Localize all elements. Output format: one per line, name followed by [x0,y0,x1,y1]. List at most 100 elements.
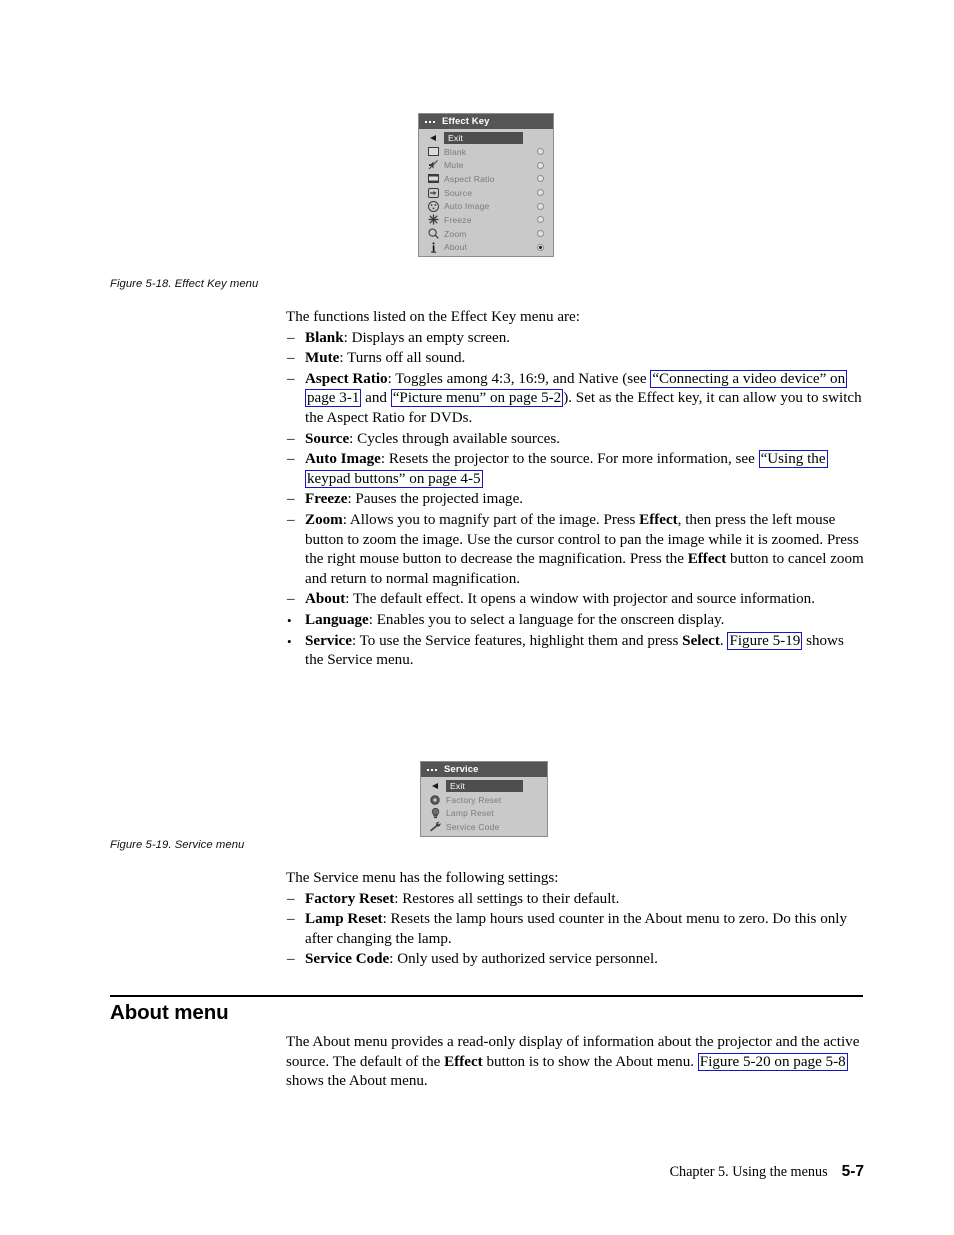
blank-screen-icon [424,146,442,157]
desc-language: : Enables you to select a language for t… [368,611,725,628]
osd-item-label: Lamp Reset [446,808,494,819]
osd-item-label: Exit [446,780,523,792]
list-item-about: – About: The default effect. It opens a … [286,590,864,610]
link-figure-5-20[interactable]: Figure 5-20 on page 5-8 [697,1052,848,1071]
osd-radio-button[interactable] [537,202,544,210]
term-language: Language [305,611,369,628]
factory-reset-icon [426,794,444,805]
osd-item-exit[interactable]: Exit [421,779,547,793]
service-code-wrench-icon [426,821,444,832]
osd-item-mute[interactable]: Mute [419,158,553,172]
osd-item-zoom[interactable]: Zoom [419,227,553,241]
desc-zoom-1: : Allows you to magnify part of the imag… [342,511,640,528]
osd-radio-button[interactable] [537,189,544,197]
dash-marker: – [287,911,295,928]
list-item-lamp-reset: – Lamp Reset: Resets the lamp hours used… [286,910,864,949]
dash-marker: – [287,329,295,346]
dash-marker: – [287,430,295,447]
osd-item-about[interactable]: About [419,241,553,255]
link-figure-5-19[interactable]: Figure 5-19 [727,631,803,650]
osd-item-exit[interactable]: Exit [419,131,553,145]
desc-about: : The default effect. It opens a window … [345,591,815,608]
page-title-about-menu: About menu [110,1001,229,1024]
osd-title-bar: Service [421,762,547,777]
list-item-mute: – Mute: Turns off all sound. [286,349,864,369]
about-text-3: shows the About menu. [286,1073,428,1090]
dash-marker: – [287,511,295,528]
osd-item-label: Source [444,187,473,198]
effect-function-list: – Blank: Displays an empty screen. – Mut… [286,329,864,610]
osd-radio-button[interactable] [537,216,544,224]
osd-item-label: Blank [444,146,467,157]
desc-auto-image-1: : Resets the projector to the source. Fo… [380,451,759,468]
osd-item-auto-image[interactable]: Auto Image [419,199,553,213]
service-osd-menu: Service Exit Factory Reset Lamp Reset Se… [420,761,548,837]
osd-item-blank[interactable]: Blank [419,145,553,159]
service-settings-list: – Factory Reset: Restores all settings t… [286,890,864,970]
term-zoom: Zoom [305,511,343,528]
list-item-service-code: – Service Code: Only used by authorized … [286,950,864,970]
osd-item-label: Zoom [444,228,467,239]
auto-image-icon [424,200,442,212]
bold-effect-1: Effect [639,511,678,528]
about-menu-description-block: The About menu provides a read-only disp… [286,1033,864,1093]
term-auto-image: Auto Image [305,451,381,468]
dash-marker: – [287,591,295,608]
bullet-marker: • [287,612,292,628]
bold-effect: Effect [444,1053,483,1070]
osd-radio-button[interactable] [537,161,544,169]
osd-item-label: Mute [444,160,464,171]
zoom-magnifier-icon [424,228,442,239]
desc-blank: : Displays an empty screen. [343,329,511,346]
osd-radio-button-selected[interactable] [537,243,544,251]
effect-top-level-list: • Language: Enables you to select a lang… [286,611,864,671]
about-info-icon [424,242,442,253]
list-item-freeze: – Freeze: Pauses the projected image. [286,490,864,510]
term-lamp-reset: Lamp Reset [305,911,383,928]
osd-radio-button[interactable] [537,148,544,156]
term-source: Source [305,430,350,447]
list-item-service: • Service: To use the Service features, … [286,631,864,671]
source-input-icon [424,187,442,198]
osd-item-list: Exit Blank Mute Aspect Ratio Source Auto… [419,129,553,256]
effect-key-osd-menu: Effect Key Exit Blank Mute Aspect Ratio … [418,113,554,258]
osd-item-label: Service Code [446,821,500,832]
about-text-2: button is to show the About menu. [482,1053,698,1070]
osd-item-label: Factory Reset [446,794,502,805]
dash-marker: – [287,451,295,468]
osd-item-lamp-reset[interactable]: Lamp Reset [421,806,547,820]
desc-service-code: : Only used by authorized service person… [389,951,658,968]
effect-key-description-block: The functions listed on the Effect Key m… [286,308,864,672]
list-item-factory-reset: – Factory Reset: Restores all settings t… [286,890,864,910]
osd-item-freeze[interactable]: Freeze [419,213,553,227]
list-item-zoom: – Zoom: Allows you to magnify part of th… [286,511,864,589]
desc-mute: : Turns off all sound. [339,350,466,367]
list-item-aspect-ratio: – Aspect Ratio: Toggles among 4:3, 16:9,… [286,369,864,429]
term-service-code: Service Code [305,951,390,968]
lamp-reset-icon [426,807,444,819]
desc-freeze: : Pauses the projected image. [347,491,524,508]
desc-service-1: : To use the Service features, highlight… [351,632,683,649]
desc-lamp-reset: : Resets the lamp hours used counter in … [305,911,848,947]
dash-marker: – [287,350,295,367]
osd-title-label: Effect Key [442,116,490,127]
link-picture-menu[interactable]: “Picture menu” on page 5-2 [390,389,564,408]
menu-dots-icon [425,121,435,123]
menu-dots-icon [427,769,437,771]
left-triangle-icon [424,132,442,143]
osd-item-label: About [444,242,468,253]
term-aspect-ratio: Aspect Ratio [305,370,388,387]
osd-item-factory-reset[interactable]: Factory Reset [421,793,547,807]
osd-item-aspect-ratio[interactable]: Aspect Ratio [419,172,553,186]
osd-title-bar: Effect Key [419,114,553,129]
term-factory-reset: Factory Reset [305,890,395,907]
figure-5-18-caption: Figure 5-18. Effect Key menu [110,278,259,290]
term-blank: Blank [305,329,344,346]
osd-item-source[interactable]: Source [419,186,553,200]
osd-item-service-code[interactable]: Service Code [421,820,547,834]
osd-radio-button[interactable] [537,175,544,183]
bold-effect-2: Effect [687,551,727,568]
osd-radio-button[interactable] [537,230,544,238]
term-about: About [305,591,346,608]
desc-aspect-ratio-2: and [361,390,391,407]
